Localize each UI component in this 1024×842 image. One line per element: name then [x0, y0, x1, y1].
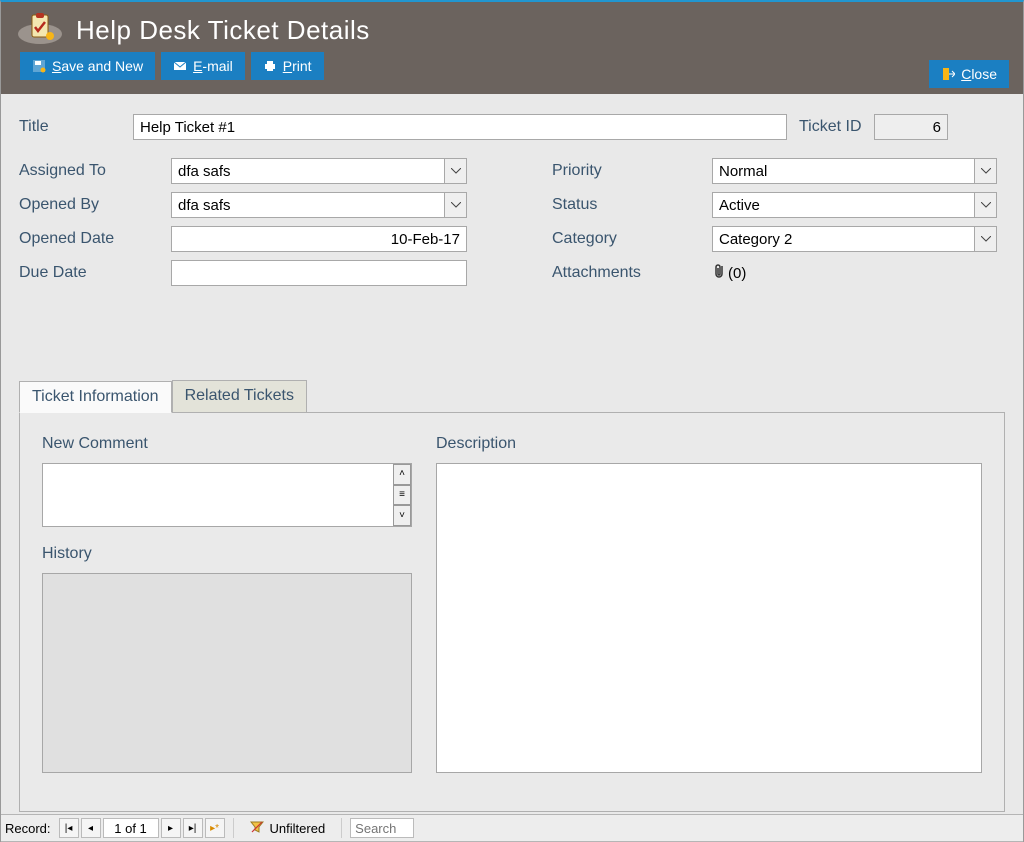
chevron-down-icon[interactable]	[444, 193, 466, 217]
print-icon	[263, 59, 277, 73]
mail-icon	[173, 59, 187, 73]
form-area: Title Ticket ID Assigned To Opened By	[1, 94, 1023, 300]
ticket-id-label: Ticket ID	[799, 118, 874, 136]
priority-label: Priority	[552, 162, 712, 180]
window-header: Help Desk Ticket Details Save and New E-…	[1, 2, 1023, 94]
due-date-input[interactable]	[171, 260, 467, 286]
title-input[interactable]	[133, 114, 787, 140]
chevron-down-icon[interactable]	[444, 159, 466, 183]
opened-date-label: Opened Date	[19, 230, 171, 248]
record-navigation-bar: Record: |◂ ◂ ▸ ▸| ▸* Unfiltered	[1, 814, 1023, 842]
priority-combo[interactable]	[712, 158, 997, 184]
filter-icon[interactable]	[250, 820, 264, 837]
close-button[interactable]: Close	[929, 60, 1009, 88]
record-position-input[interactable]	[103, 818, 159, 838]
paperclip-icon	[712, 262, 726, 284]
new-comment-field[interactable]: ˄ ≡ ˅	[42, 463, 412, 527]
toolbar: Save and New E-mail Print	[16, 52, 1008, 80]
separator	[233, 818, 234, 838]
attachments-label: Attachments	[552, 264, 712, 282]
status-combo[interactable]	[712, 192, 997, 218]
assigned-to-input[interactable]	[172, 159, 444, 183]
last-record-button[interactable]: ▸|	[183, 818, 203, 838]
ticket-id-value	[874, 114, 948, 140]
filter-state: Unfiltered	[270, 821, 326, 836]
opened-date-input[interactable]	[171, 226, 467, 252]
category-input[interactable]	[713, 227, 974, 251]
opened-by-combo[interactable]	[171, 192, 467, 218]
new-record-button[interactable]: ▸*	[205, 818, 225, 838]
chevron-down-icon[interactable]	[974, 227, 996, 251]
tab-area: Ticket Information Related Tickets New C…	[19, 380, 1005, 812]
save-icon	[32, 59, 46, 73]
chevron-down-icon[interactable]	[974, 193, 996, 217]
description-label: Description	[436, 435, 982, 453]
assigned-to-combo[interactable]	[171, 158, 467, 184]
history-label: History	[42, 545, 412, 563]
category-label: Category	[552, 230, 712, 248]
prev-record-button[interactable]: ◂	[81, 818, 101, 838]
priority-input[interactable]	[713, 159, 974, 183]
tab-ticket-information[interactable]: Ticket Information	[19, 381, 172, 413]
next-record-button[interactable]: ▸	[161, 818, 181, 838]
assigned-to-label: Assigned To	[19, 162, 171, 180]
title-label: Title	[19, 118, 133, 136]
new-comment-label: New Comment	[42, 435, 412, 453]
record-label: Record:	[5, 821, 51, 836]
door-icon	[941, 67, 955, 81]
opened-by-label: Opened By	[19, 196, 171, 214]
opened-by-input[interactable]	[172, 193, 444, 217]
page-title: Help Desk Ticket Details	[76, 15, 370, 46]
spin-down-button[interactable]: ˅	[393, 505, 411, 526]
spin-mid-button[interactable]: ≡	[393, 485, 411, 506]
save-and-new-button[interactable]: Save and New	[20, 52, 155, 80]
new-comment-textarea[interactable]	[43, 464, 393, 526]
attachments-value[interactable]: (0)	[712, 262, 746, 284]
spin-up-button[interactable]: ˄	[393, 464, 411, 485]
tab-body: New Comment ˄ ≡ ˅ History Description	[19, 412, 1005, 812]
status-label: Status	[552, 196, 712, 214]
tab-related-tickets[interactable]: Related Tickets	[172, 380, 307, 412]
category-combo[interactable]	[712, 226, 997, 252]
email-button[interactable]: E-mail	[161, 52, 245, 80]
print-button[interactable]: Print	[251, 52, 324, 80]
chevron-down-icon[interactable]	[974, 159, 996, 183]
status-input[interactable]	[713, 193, 974, 217]
clipboard-icon	[16, 12, 64, 48]
description-box[interactable]	[436, 463, 982, 773]
separator	[341, 818, 342, 838]
due-date-label: Due Date	[19, 264, 171, 282]
attachments-count: (0)	[728, 265, 746, 282]
first-record-button[interactable]: |◂	[59, 818, 79, 838]
record-search-input[interactable]	[350, 818, 414, 838]
history-box	[42, 573, 412, 773]
